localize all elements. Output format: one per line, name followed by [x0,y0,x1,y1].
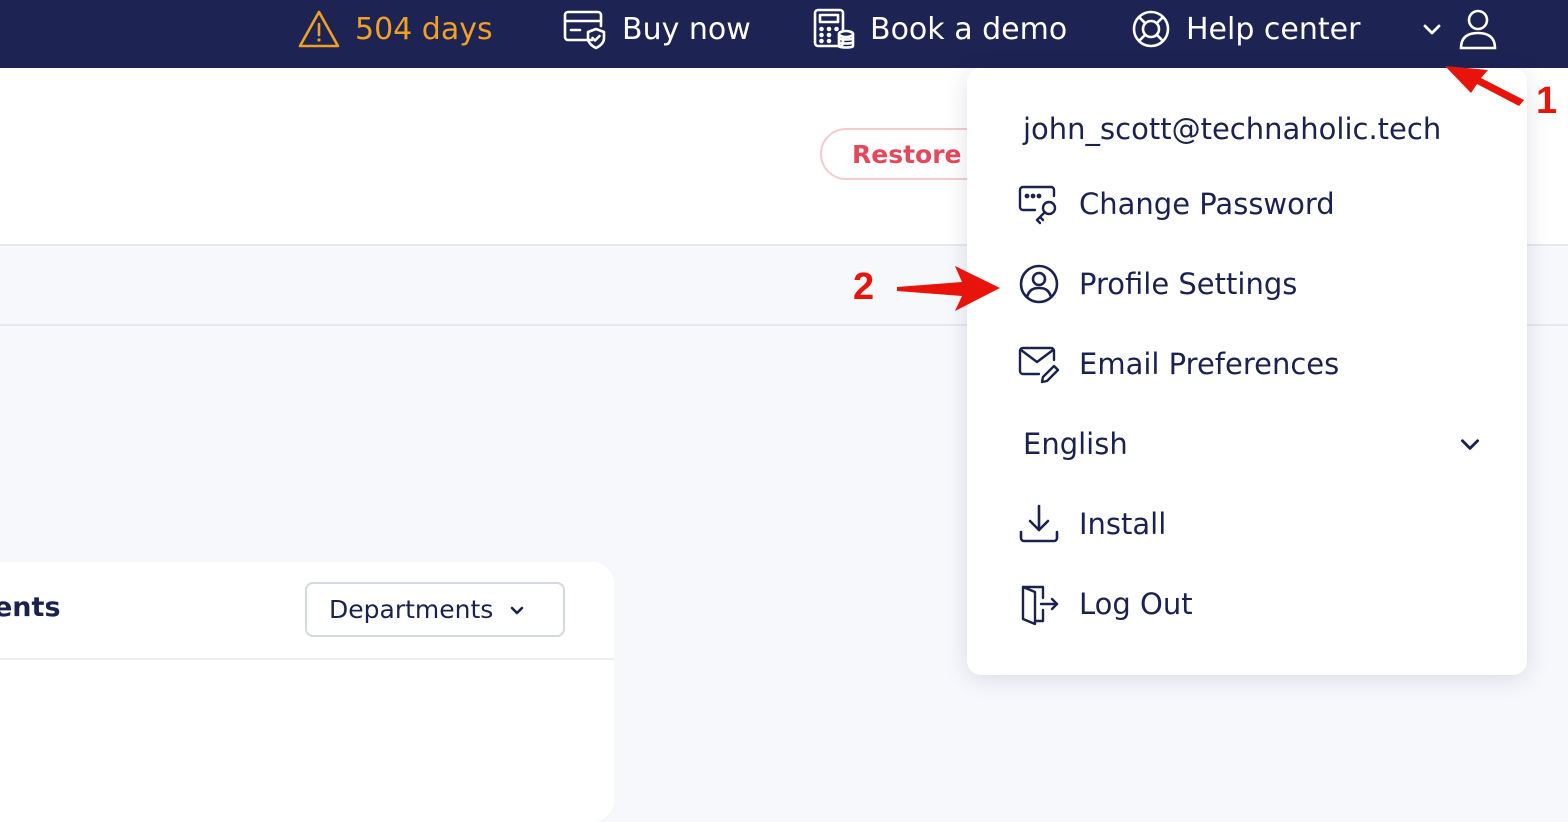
annotation-arrows [897,66,1524,311]
annotation-step-1: 1 [1536,80,1558,122]
annotation-step-2: 2 [853,266,875,308]
annotation-arrow-2 [897,266,1000,311]
annotation-arrow-1 [1445,66,1524,106]
